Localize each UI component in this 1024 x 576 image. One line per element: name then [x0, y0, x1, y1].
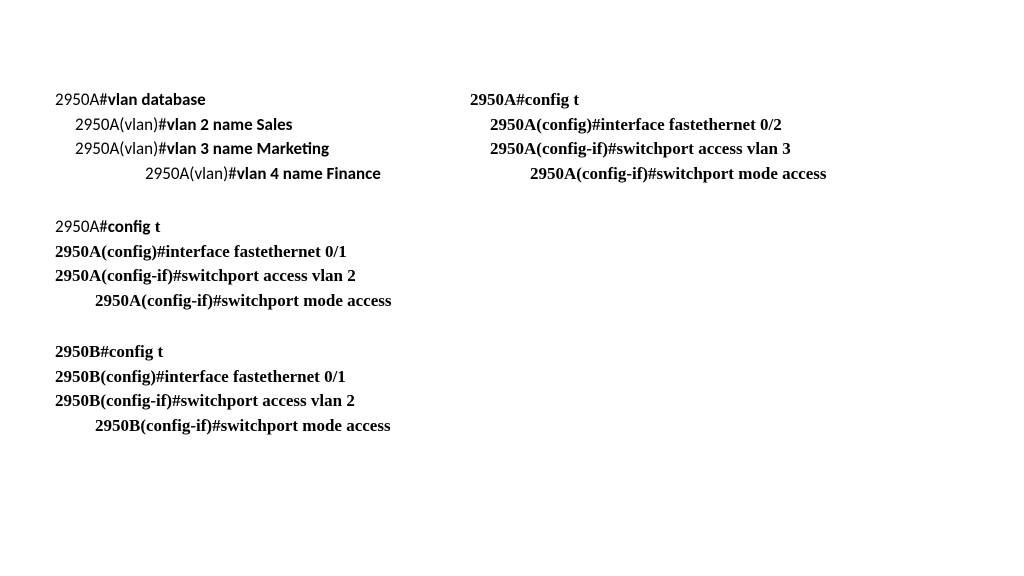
cli-prompt: 2950A(config)# [55, 242, 165, 261]
cli-command: interface fastethernet 0/2 [600, 115, 781, 134]
cli-prompt: 2950A(vlan)# [145, 163, 237, 184]
cli-prompt: 2950B(config-if)# [95, 416, 221, 435]
cli-prompt: 2950A(vlan)# [75, 114, 167, 135]
cli-line: 2950A(vlan)#vlan 2 name Sales [75, 113, 381, 138]
cli-line: 2950A(config)#interface fastethernet 0/2 [490, 113, 827, 138]
cli-prompt: 2950A# [55, 216, 108, 237]
cli-command: switchport mode access [221, 416, 391, 435]
cli-line: 2950B#config t [55, 340, 391, 365]
cli-line: 2950B(config)#interface fastethernet 0/1 [55, 365, 391, 390]
cli-command: vlan 4 name Finance [237, 163, 381, 184]
cli-command: vlan 3 name Marketing [167, 138, 329, 159]
cli-line: 2950A(config-if)#switchport access vlan … [490, 137, 827, 162]
cli-line: 2950A(vlan)#vlan 3 name Marketing [75, 137, 381, 162]
cli-line: 2950A#config t [470, 88, 827, 113]
cli-prompt: 2950B(config)# [55, 367, 165, 386]
cli-command-part: config [108, 216, 151, 237]
cli-line: 2950A(config-if)#switchport mode access [530, 162, 827, 187]
cli-command: interface fastethernet 0/1 [165, 367, 346, 386]
cli-line: 2950B(config-if)#switchport access vlan … [55, 389, 391, 414]
cli-line: 2950A(config-if)#switchport mode access [95, 289, 392, 314]
cli-command: switchport access vlan 2 [181, 391, 355, 410]
cli-prompt: 2950A(config-if)# [530, 164, 657, 183]
cli-prompt: 2950B# [55, 342, 109, 361]
cli-prompt: 2950A(config-if)# [95, 291, 222, 310]
cli-command: switchport access vlan 2 [182, 266, 356, 285]
cli-line: 2950A(config)#interface fastethernet 0/1 [55, 240, 392, 265]
cli-prompt: 2950A(config)# [490, 115, 600, 134]
cli-prompt: 2950A(config-if)# [490, 139, 617, 158]
cli-line: 2950A#vlan database [55, 88, 381, 113]
cli-command: switchport mode access [222, 291, 392, 310]
cli-prompt: 2950A# [55, 89, 108, 110]
cli-command: interface fastethernet 0/1 [165, 242, 346, 261]
cli-command: vlan 2 name Sales [167, 114, 293, 135]
cli-prompt: 2950B(config-if)# [55, 391, 181, 410]
cli-line: 2950A(vlan)#vlan 4 name Finance [145, 162, 381, 187]
cli-command: config t [109, 342, 163, 361]
cli-line: 2950A(config-if)#switchport access vlan … [55, 264, 392, 289]
cli-command: switchport access vlan 3 [617, 139, 791, 158]
cli-command-part: t [150, 217, 160, 236]
cli-command: switchport mode access [657, 164, 827, 183]
cli-prompt: 2950A(config-if)# [55, 266, 182, 285]
cli-prompt: 2950A(vlan)# [75, 138, 167, 159]
cli-command: vlan database [108, 89, 206, 110]
cli-command: config t [525, 90, 579, 109]
cli-line: 2950B(config-if)#switchport mode access [95, 414, 391, 439]
cli-line: 2950A#config t [55, 215, 392, 240]
cli-prompt: 2950A# [470, 90, 525, 109]
